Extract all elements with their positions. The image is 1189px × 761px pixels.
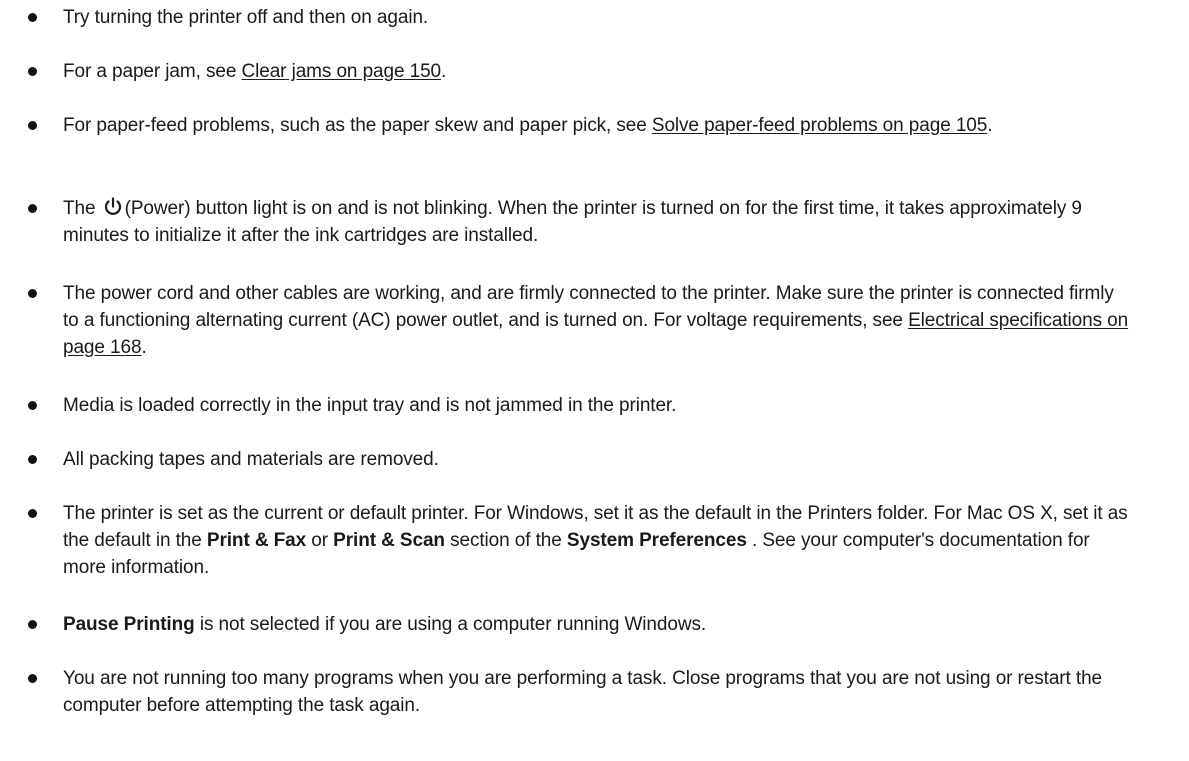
item-text: Media is loaded correctly in the input t…	[63, 395, 677, 416]
item-text-after: (Power) button light is on and is not bl…	[63, 198, 1082, 246]
item-text-part: is not selected if you are using a compu…	[194, 614, 707, 635]
item-text-before: For paper-feed problems, such as the pap…	[63, 115, 652, 136]
item-text-after: .	[987, 115, 993, 136]
bullet-dot	[28, 674, 37, 683]
item-text-after: .	[441, 61, 447, 82]
item-text-before: The	[63, 198, 101, 219]
item-text-before: For a paper jam, see	[63, 61, 242, 82]
item-text: Pause Printing is not selected if you ar…	[63, 611, 1133, 638]
bullet-dot	[28, 455, 37, 464]
bullet-dot	[28, 620, 37, 629]
print-fax-label: Print & Fax	[206, 530, 307, 551]
bullet-dot	[28, 509, 37, 518]
bullet-dot	[28, 204, 37, 213]
item-text: The (Power) button light is on and is no…	[63, 195, 1133, 249]
bullet-dot	[28, 67, 37, 76]
item-text-part: or	[306, 530, 334, 551]
print-scan-label: Print & Scan	[333, 530, 445, 551]
item-text: The printer is set as the current or def…	[63, 500, 1133, 581]
system-preferences-label: System Preferences	[566, 530, 747, 551]
troubleshooting-checklist: Try turning the printer off and then on …	[0, 0, 1189, 761]
bullet-dot	[28, 13, 37, 22]
item-text: For paper-feed problems, such as the pap…	[63, 112, 1133, 139]
pause-printing-label: Pause Printing	[63, 614, 195, 635]
item-text: The power cord and other cables are work…	[63, 280, 1133, 361]
clear-jams-link[interactable]: Clear jams on page 150	[241, 61, 441, 82]
item-text-part: section of the	[444, 530, 567, 551]
bullet-dot	[28, 401, 37, 410]
solve-paper-feed-link[interactable]: Solve paper-feed problems on page 105	[652, 115, 987, 136]
bullet-dot	[28, 289, 37, 298]
item-text: You are not running too many programs wh…	[63, 668, 1102, 716]
bullet-dot	[28, 121, 37, 130]
item-text: All packing tapes and materials are remo…	[63, 449, 439, 470]
item-text-after: .	[141, 337, 147, 358]
item-text: For a paper jam, see Clear jams on page …	[63, 58, 1133, 85]
power-icon	[104, 197, 121, 215]
item-text: Try turning the printer off and then on …	[63, 7, 429, 28]
